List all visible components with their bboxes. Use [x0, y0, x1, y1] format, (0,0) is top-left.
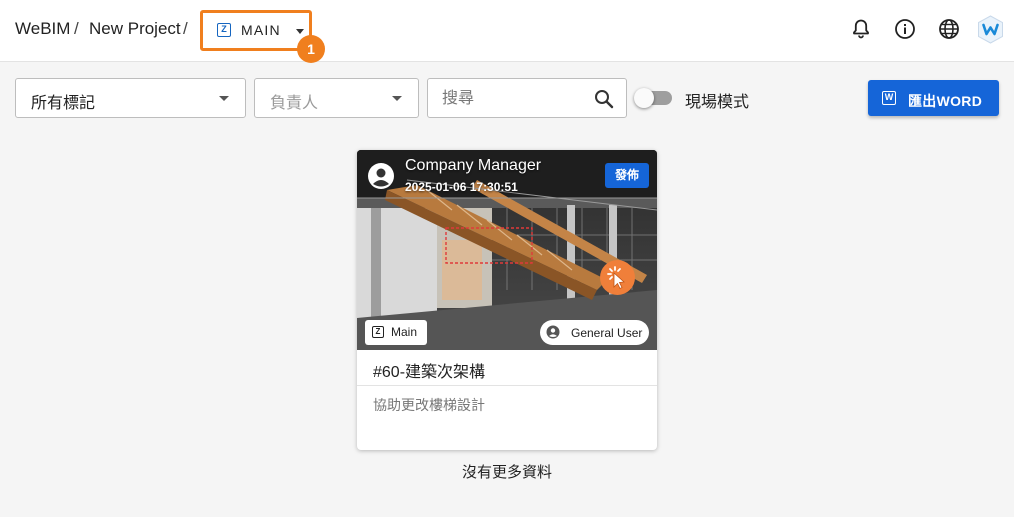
card-datetime: 2025-01-06 17:30:51: [405, 180, 518, 194]
export-word-button[interactable]: W 匯出WORD: [868, 80, 999, 116]
user-avatar-icon: [368, 163, 394, 189]
breadcrumb-project[interactable]: New Project: [89, 19, 181, 39]
globe-icon[interactable]: [937, 17, 961, 41]
site-mode-label: 現場模式: [685, 94, 750, 111]
bell-icon[interactable]: [849, 17, 873, 41]
export-word-label: 匯出WORD: [908, 93, 983, 109]
cursor-click-glyph: [607, 266, 625, 290]
app-header: WeBIM / New Project / Z MAIN 1: [0, 0, 1014, 63]
card-title: #60-建築次架構: [373, 364, 486, 381]
toggle-thumb: [634, 88, 654, 108]
user-circle-icon: [546, 325, 560, 339]
tag-filter-value: 所有標記: [31, 95, 96, 112]
site-mode-toggle[interactable]: [634, 88, 674, 108]
card-author: Company Manager: [405, 157, 542, 174]
zone-chip-label: Main: [391, 325, 418, 339]
cursor-click-icon[interactable]: [600, 260, 635, 295]
search-field: [427, 78, 627, 118]
webim-logo-icon[interactable]: [977, 15, 1004, 44]
zone-chip: Z Main: [365, 320, 427, 345]
no-more-data-text: 沒有更多資料: [461, 464, 552, 481]
zone-selector-label: MAIN: [241, 22, 281, 38]
assignee-placeholder: 負責人: [270, 95, 319, 112]
breadcrumb-webim[interactable]: WeBIM: [15, 19, 70, 39]
search-icon[interactable]: [592, 87, 616, 111]
breadcrumb-separator: /: [74, 19, 79, 38]
card-description: 協助更改樓梯設計: [373, 397, 485, 413]
zone-selector[interactable]: Z MAIN: [200, 10, 312, 51]
issue-card[interactable]: Company Manager 2025-01-06 17:30:51 發佈 Z…: [357, 150, 657, 450]
caret-down-icon: [219, 96, 229, 101]
caret-down-icon: [296, 29, 304, 34]
card-divider: [357, 385, 657, 386]
assignee-chip-label: General User: [571, 326, 643, 340]
tag-filter-select[interactable]: 所有標記: [15, 78, 246, 118]
breadcrumb-separator: /: [183, 19, 188, 38]
zone-z-icon: Z: [372, 326, 384, 338]
caret-down-icon: [392, 96, 402, 101]
step-marker-badge: 1: [297, 35, 325, 63]
assignee-chip: General User: [540, 320, 649, 345]
status-badge: 發佈: [605, 163, 649, 188]
info-icon[interactable]: [893, 17, 917, 41]
word-icon: W: [882, 91, 896, 105]
zone-z-icon: Z: [217, 23, 231, 37]
assignee-select[interactable]: 負責人: [254, 78, 419, 118]
search-input[interactable]: [442, 88, 582, 110]
issue-snapshot-image: Company Manager 2025-01-06 17:30:51 發佈 Z…: [357, 150, 657, 350]
